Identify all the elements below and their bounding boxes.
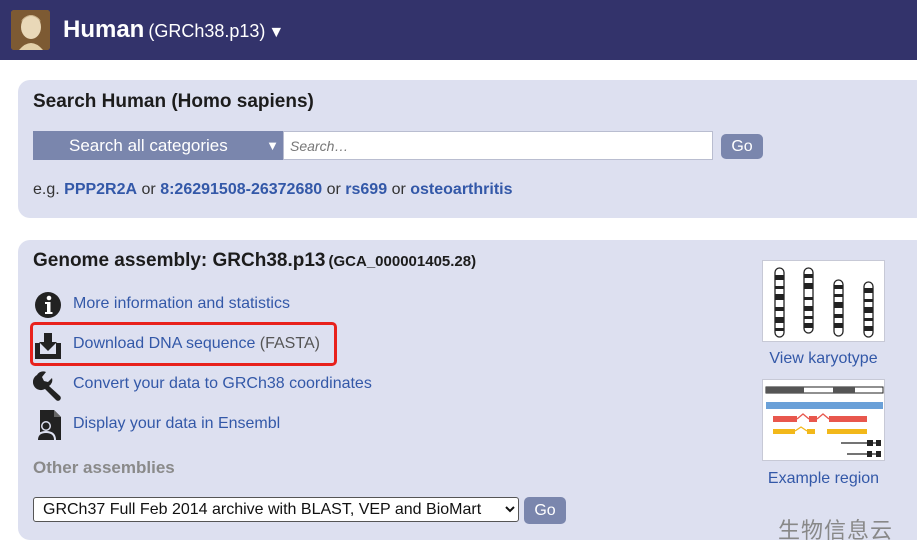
- assembly-title-text: Genome assembly: GRCh38.p13: [33, 250, 326, 271]
- category-label: Search all categories: [69, 136, 228, 155]
- other-assemblies-title: Other assemblies: [33, 458, 175, 477]
- species-name: Human: [63, 16, 145, 43]
- search-title: Search Human (Homo sapiens): [33, 91, 314, 112]
- example-link-phenotype[interactable]: osteoarthritis: [410, 181, 512, 198]
- region-image: [765, 386, 884, 457]
- search-go-button[interactable]: Go: [721, 134, 763, 159]
- example-region-thumbnail[interactable]: [762, 379, 885, 461]
- example-region-link[interactable]: Example region: [762, 470, 885, 488]
- genome-link-label: Display your data in Ensembl: [73, 415, 281, 432]
- species-avatar[interactable]: [11, 10, 50, 50]
- or-text: or: [141, 181, 156, 198]
- karyotype-image: [774, 267, 874, 338]
- view-karyotype-link[interactable]: View karyotype: [762, 350, 885, 368]
- wrench-icon: [32, 369, 65, 401]
- example-link-location[interactable]: 8:26291508-26372680: [160, 181, 322, 198]
- species-header: Human (GRCh38.p13) ▼: [0, 0, 917, 60]
- genome-link-label: Convert your data to GRCh38 coordinates: [73, 375, 372, 392]
- assembly-name: (GRCh38.p13): [148, 21, 266, 41]
- example-link-variant[interactable]: rs699: [345, 181, 387, 198]
- genome-assembly-title: Genome assembly: GRCh38.p13 (GCA_00000140…: [33, 250, 476, 272]
- genome-link-label: More information and statistics: [73, 295, 290, 312]
- search-examples: e.g. PPP2R2A or 8:26291508-26372680 or r…: [33, 181, 513, 199]
- species-title[interactable]: Human (GRCh38.p13) ▼: [63, 16, 284, 44]
- watermark-text: 生物信息云: [778, 519, 894, 544]
- download-highlight-box: [30, 322, 337, 366]
- other-assemblies-go-button[interactable]: Go: [524, 497, 566, 524]
- dropdown-arrow-icon: ▼: [266, 138, 279, 153]
- user-data-icon: [33, 409, 65, 441]
- karyotype-thumbnail[interactable]: [762, 260, 885, 342]
- search-panel: Search Human (Homo sapiens) Search all c…: [18, 80, 917, 218]
- info-icon: [33, 289, 65, 321]
- assembly-accession: (GCA_000001405.28): [328, 253, 477, 270]
- other-assemblies-select[interactable]: GRCh37 Full Feb 2014 archive with BLAST,…: [33, 497, 519, 522]
- examples-prefix: e.g.: [33, 181, 60, 198]
- search-input[interactable]: [283, 131, 713, 160]
- example-link-gene[interactable]: PPP2R2A: [64, 181, 137, 198]
- or-text: or: [391, 181, 406, 198]
- category-dropdown[interactable]: Search all categories ▼: [33, 131, 283, 160]
- or-text: or: [326, 181, 341, 198]
- caret-down-icon[interactable]: ▼: [268, 24, 284, 41]
